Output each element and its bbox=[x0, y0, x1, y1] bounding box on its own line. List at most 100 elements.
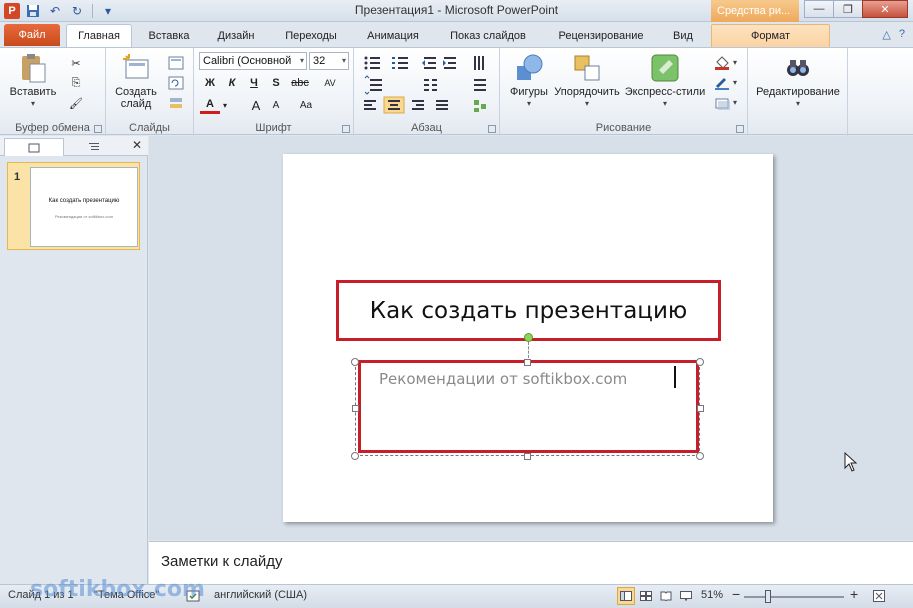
tab-home[interactable]: Главная bbox=[66, 24, 132, 48]
maximize-button[interactable]: ❐ bbox=[833, 0, 863, 18]
tab-review[interactable]: Рецензирование bbox=[546, 26, 656, 47]
zoom-level[interactable]: 51% bbox=[701, 589, 723, 601]
italic-button[interactable]: К bbox=[222, 74, 242, 92]
redo-button[interactable]: ↻ bbox=[68, 2, 86, 20]
tab-view[interactable]: Вид bbox=[664, 26, 702, 47]
rotation-handle[interactable] bbox=[524, 333, 533, 342]
resize-handle-bottom-right[interactable] bbox=[696, 452, 704, 460]
slide-subtitle[interactable]: Рекомендации от softikbox.com bbox=[379, 370, 627, 388]
drawing-launcher-icon[interactable] bbox=[736, 125, 744, 133]
shadow-button[interactable]: S bbox=[266, 74, 286, 92]
shape-outline-button[interactable]: ▾ bbox=[712, 74, 742, 92]
tab-slideshow[interactable]: Показ слайдов bbox=[440, 26, 536, 47]
minimize-button[interactable]: — bbox=[804, 0, 834, 18]
customize-qat-button[interactable]: ▾ bbox=[99, 2, 117, 20]
tab-slides-thumbnails[interactable] bbox=[4, 138, 64, 156]
char-spacing-button[interactable]: AV bbox=[316, 74, 344, 92]
tab-transitions[interactable]: Переходы bbox=[276, 26, 346, 47]
slide-thumbnail-selected[interactable]: 1 Как создать презентацию Рекомендации о… bbox=[7, 162, 140, 250]
align-text-icon[interactable] bbox=[474, 79, 486, 91]
arrange-label: Упорядочить bbox=[554, 86, 620, 98]
close-window-button[interactable]: ✕ bbox=[862, 0, 908, 18]
tab-animations[interactable]: Анимация bbox=[356, 26, 430, 47]
section-button[interactable] bbox=[164, 94, 188, 112]
resize-handle-bottom-left[interactable] bbox=[351, 452, 359, 460]
resize-handle-top-right[interactable] bbox=[696, 358, 704, 366]
slide-sorter-button[interactable] bbox=[637, 587, 655, 605]
resize-handle-top[interactable] bbox=[524, 359, 531, 366]
tab-file[interactable]: Файл bbox=[4, 24, 60, 46]
change-case-button[interactable]: Aa bbox=[294, 96, 318, 114]
smartart-icon[interactable] bbox=[474, 100, 486, 112]
notes-pane[interactable]: Заметки к слайду bbox=[149, 541, 913, 584]
fit-to-window-button[interactable] bbox=[870, 587, 888, 605]
font-launcher-icon[interactable] bbox=[342, 125, 350, 133]
bullets-icon[interactable] bbox=[364, 56, 381, 70]
close-pane-icon[interactable]: ✕ bbox=[132, 138, 142, 152]
line-spacing-icon[interactable] bbox=[364, 75, 382, 95]
grow-font-button[interactable]: A bbox=[246, 96, 266, 114]
shrink-font-button[interactable]: A bbox=[266, 96, 286, 114]
reset-slide-button[interactable] bbox=[164, 74, 188, 92]
font-name-combo[interactable]: Calibri (Основной ▾ bbox=[199, 52, 307, 70]
shapes-button[interactable]: Фигуры ▾ bbox=[504, 52, 554, 108]
tab-design[interactable]: Дизайн bbox=[206, 26, 266, 47]
numbering-icon[interactable] bbox=[392, 57, 408, 69]
powerpoint-logo-icon[interactable]: P bbox=[4, 3, 20, 19]
spellcheck-icon[interactable] bbox=[186, 589, 202, 606]
increase-indent-icon[interactable] bbox=[443, 57, 456, 69]
text-direction-icon[interactable] bbox=[474, 56, 484, 70]
undo-button[interactable]: ↶ bbox=[46, 2, 64, 20]
shape-effects-button[interactable]: ▾ bbox=[712, 94, 742, 112]
font-color-dropdown-icon[interactable]: ▾ bbox=[220, 96, 230, 114]
font-size-dropdown-icon[interactable]: ▾ bbox=[342, 53, 346, 69]
justify-icon[interactable] bbox=[436, 100, 448, 110]
title-placeholder[interactable]: Как создать презентацию bbox=[336, 280, 721, 341]
resize-handle-left[interactable] bbox=[352, 405, 359, 412]
underline-button[interactable]: Ч bbox=[244, 74, 264, 92]
resize-handle-right[interactable] bbox=[697, 405, 704, 412]
zoom-slider-track[interactable] bbox=[744, 596, 844, 598]
editing-button[interactable]: Редактирование ▾ bbox=[754, 52, 842, 108]
resize-handle-bottom[interactable] bbox=[524, 453, 531, 460]
tab-insert[interactable]: Вставка bbox=[138, 26, 200, 47]
layout-button[interactable] bbox=[164, 54, 188, 72]
minimize-ribbon-icon[interactable]: △ bbox=[882, 28, 890, 41]
decrease-indent-icon[interactable] bbox=[422, 57, 436, 69]
language-indicator[interactable]: английский (США) bbox=[214, 589, 307, 601]
notes-placeholder[interactable]: Заметки к слайду bbox=[161, 553, 283, 570]
save-button[interactable] bbox=[24, 2, 42, 20]
strikethrough-button[interactable]: abc bbox=[288, 74, 312, 92]
paragraph-launcher-icon[interactable] bbox=[488, 125, 496, 133]
quick-styles-button[interactable]: Экспресс-стили ▾ bbox=[624, 52, 706, 108]
cut-button[interactable]: ✂ bbox=[66, 54, 86, 72]
slide-thumbnail[interactable]: Как создать презентацию Рекомендации от … bbox=[30, 167, 138, 247]
bold-button[interactable]: Ж bbox=[200, 74, 220, 92]
columns-icon[interactable] bbox=[424, 79, 437, 91]
paste-button[interactable]: Вставить ▾ bbox=[8, 52, 58, 108]
zoom-slider-thumb[interactable] bbox=[765, 590, 771, 603]
font-size-combo[interactable]: 32 ▾ bbox=[309, 52, 349, 70]
normal-view-button[interactable] bbox=[617, 587, 635, 605]
shape-fill-button[interactable]: ▾ bbox=[712, 54, 742, 72]
align-left-icon[interactable] bbox=[364, 100, 376, 110]
align-right-icon[interactable] bbox=[412, 100, 424, 110]
slide-canvas[interactable]: Как создать презентацию Рекомендации от … bbox=[283, 154, 773, 522]
zoom-out-button[interactable]: − bbox=[732, 586, 740, 602]
copy-button[interactable]: ⎘ bbox=[66, 74, 86, 92]
tab-format[interactable]: Формат bbox=[711, 24, 830, 47]
help-icon[interactable]: ? bbox=[899, 28, 905, 41]
slide-title[interactable]: Как создать презентацию bbox=[370, 298, 688, 324]
font-color-button[interactable]: A bbox=[200, 96, 220, 114]
reading-view-button[interactable] bbox=[657, 587, 675, 605]
quick-styles-label: Экспресс-стили bbox=[624, 86, 706, 98]
zoom-in-button[interactable]: + bbox=[850, 586, 858, 602]
tab-outline[interactable] bbox=[64, 138, 124, 156]
arrange-button[interactable]: Упорядочить ▾ bbox=[550, 52, 624, 108]
font-name-dropdown-icon[interactable]: ▾ bbox=[300, 53, 304, 69]
clipboard-launcher-icon[interactable] bbox=[94, 125, 102, 133]
resize-handle-top-left[interactable] bbox=[351, 358, 359, 366]
new-slide-button[interactable]: Создать слайд bbox=[110, 52, 162, 110]
slideshow-button[interactable] bbox=[677, 587, 695, 605]
format-painter-button[interactable]: 🖌 bbox=[66, 94, 86, 112]
